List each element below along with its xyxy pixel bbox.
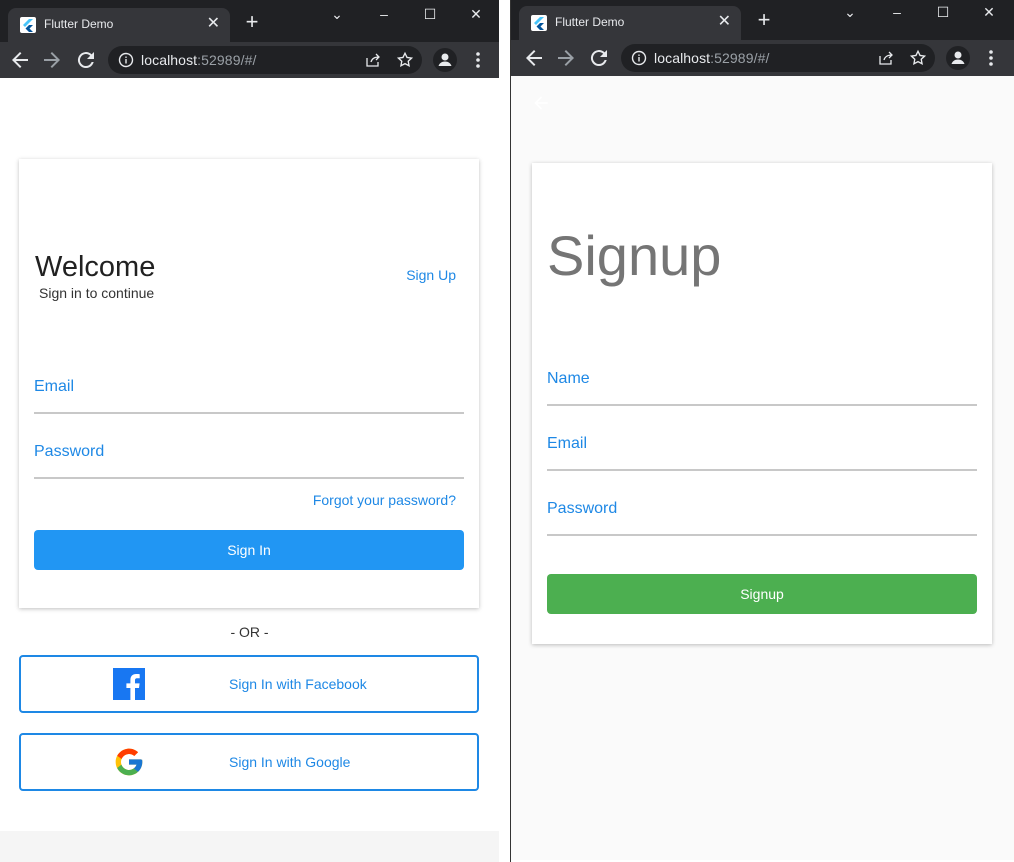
password-field[interactable]: Password (547, 496, 977, 536)
back-arrow-icon[interactable] (531, 93, 551, 113)
close-window-icon[interactable]: ✕ (979, 2, 999, 22)
profile-icon[interactable] (946, 46, 970, 70)
browser-tab[interactable]: Flutter Demo ✕ (8, 8, 230, 42)
tab-search-icon[interactable]: ⌄ (840, 2, 860, 22)
bookmark-star-icon[interactable] (909, 49, 927, 67)
login-page: Welcome Sign in to continue Sign Up Emai… (0, 78, 499, 862)
browser-toolbar: localhost:52989/#/ (0, 42, 499, 78)
google-sign-in-button[interactable]: Sign In with Google (19, 733, 479, 791)
password-underline (34, 477, 464, 479)
reload-icon[interactable] (587, 46, 611, 70)
password-underline (547, 534, 977, 536)
browser-tab[interactable]: Flutter Demo ✕ (519, 6, 741, 40)
tab-close-icon[interactable]: ✕ (207, 14, 220, 34)
new-tab-icon[interactable]: + (242, 11, 262, 33)
url-text: localhost:52989/#/ (141, 52, 257, 68)
menu-kebab-icon[interactable] (988, 48, 994, 68)
browser-toolbar: localhost:52989/#/ (511, 40, 1014, 76)
url-text: localhost:52989/#/ (654, 50, 770, 66)
name-field[interactable]: Name (547, 366, 977, 406)
password-field[interactable]: Password (34, 439, 464, 479)
info-icon[interactable] (118, 52, 134, 68)
name-input[interactable] (547, 366, 977, 406)
signup-page: Signup Name Email Password Signup (511, 76, 1014, 860)
reload-icon[interactable] (74, 48, 98, 72)
bottom-strip (0, 831, 499, 862)
flutter-icon (20, 17, 36, 33)
address-bar[interactable]: localhost:52989/#/ (621, 44, 935, 72)
sign-up-link[interactable]: Sign Up (406, 267, 456, 283)
name-underline (547, 404, 977, 406)
new-tab-icon[interactable]: + (754, 9, 774, 31)
sign-in-button[interactable]: Sign In (34, 530, 464, 570)
password-input[interactable] (547, 496, 977, 536)
page-title: Signup (547, 224, 722, 287)
forward-icon[interactable] (40, 48, 64, 72)
email-field[interactable]: Email (34, 374, 464, 414)
back-icon[interactable] (522, 46, 546, 70)
facebook-sign-in-button[interactable]: Sign In with Facebook (19, 655, 479, 713)
profile-icon[interactable] (433, 48, 457, 72)
or-divider: - OR - (230, 624, 269, 640)
tab-title: Flutter Demo (44, 17, 114, 31)
minimize-icon[interactable]: – (887, 2, 907, 22)
password-input[interactable] (34, 439, 464, 479)
maximize-icon[interactable]: ☐ (420, 4, 440, 24)
tab-close-icon[interactable]: ✕ (718, 12, 731, 32)
forward-icon[interactable] (554, 46, 578, 70)
login-card: Welcome Sign in to continue Sign Up Emai… (19, 159, 479, 608)
menu-kebab-icon[interactable] (475, 50, 481, 70)
browser-window-left: Flutter Demo ✕ + ⌄ – ☐ ✕ localhost:52989… (0, 0, 499, 862)
email-input[interactable] (34, 374, 464, 414)
maximize-icon[interactable]: ☐ (933, 2, 953, 22)
facebook-button-label: Sign In with Facebook (229, 676, 367, 692)
tab-strip: Flutter Demo ✕ + ⌄ – ☐ ✕ (511, 0, 1014, 40)
forgot-password-link[interactable]: Forgot your password? (313, 492, 456, 508)
tab-title: Flutter Demo (555, 15, 625, 29)
signup-card: Signup Name Email Password Signup (532, 163, 992, 644)
signup-button[interactable]: Signup (547, 574, 977, 614)
page-title: Welcome (35, 251, 156, 283)
facebook-icon (113, 668, 145, 700)
back-icon[interactable] (8, 48, 32, 72)
address-bar[interactable]: localhost:52989/#/ (108, 46, 422, 74)
tab-strip: Flutter Demo ✕ + ⌄ – ☐ ✕ (0, 0, 499, 42)
email-underline (547, 469, 977, 471)
flutter-icon (531, 15, 547, 31)
email-underline (34, 412, 464, 414)
share-icon[interactable] (878, 50, 894, 66)
tab-search-icon[interactable]: ⌄ (327, 4, 347, 24)
browser-window-right: Flutter Demo ✕ + ⌄ – ☐ ✕ localhost:52989… (510, 0, 1014, 862)
email-input[interactable] (547, 431, 977, 471)
bookmark-star-icon[interactable] (396, 51, 414, 69)
google-icon (113, 746, 145, 778)
google-button-label: Sign In with Google (229, 754, 351, 770)
close-window-icon[interactable]: ✕ (466, 4, 486, 24)
page-subtitle: Sign in to continue (39, 285, 155, 301)
minimize-icon[interactable]: – (374, 4, 394, 24)
info-icon[interactable] (631, 50, 647, 66)
email-field[interactable]: Email (547, 431, 977, 471)
share-icon[interactable] (365, 52, 381, 68)
